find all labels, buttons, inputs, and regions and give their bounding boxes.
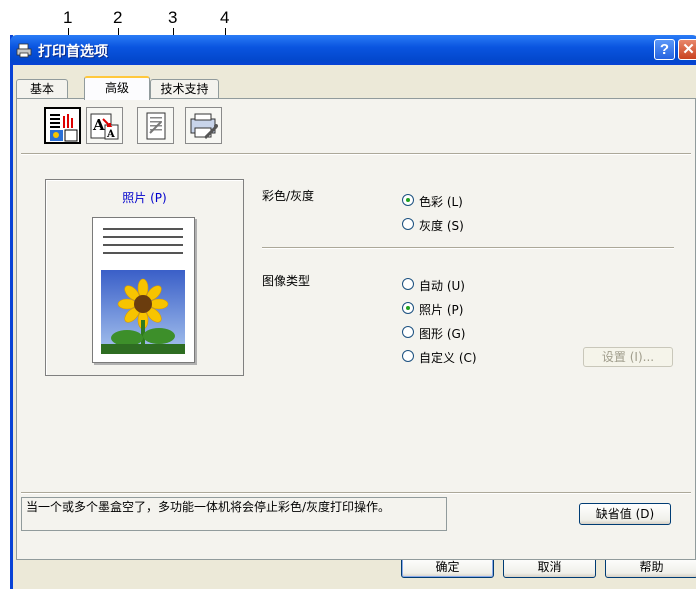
radio-grayscale-circle[interactable] [402, 218, 414, 230]
radio-photo-circle[interactable] [402, 302, 414, 314]
settings-button[interactable]: 设置 (I)... [583, 347, 673, 367]
radio-auto-circle[interactable] [402, 278, 414, 290]
color-quality-icon [50, 114, 78, 142]
watermark-tool-button[interactable] [137, 107, 174, 144]
tab-support[interactable]: 技术支持 [150, 79, 219, 98]
radio-custom-label: 自定义 (C) [419, 351, 477, 365]
radio-graphics-label: 图形 (G) [419, 327, 466, 341]
window-title: 打印首选项 [38, 44, 108, 60]
device-options-tool-button[interactable] [185, 107, 222, 144]
color-quality-tool-button[interactable] [44, 107, 81, 144]
help-title-button[interactable]: ? [654, 39, 675, 60]
callout-1: 1 [63, 8, 73, 27]
section-separator [262, 247, 674, 249]
callout-2: 2 [113, 8, 123, 27]
print-preferences-window: 打印首选项 ? ✕ 基本 高级 技术支持 A A 照片 (P) 彩色/灰度 色彩… [10, 35, 696, 589]
callout-4: 4 [220, 8, 230, 27]
print-preview-box: 照片 (P) [45, 179, 244, 376]
paper-text-line [103, 228, 183, 230]
defaults-button[interactable]: 缺省值 (D) [579, 503, 671, 525]
paper-text-line [103, 236, 183, 238]
paper-text-line [103, 252, 183, 254]
printer-icon [16, 43, 32, 58]
toolbar-separator [21, 153, 691, 155]
callout-3: 3 [168, 8, 178, 27]
svg-text:A: A [106, 129, 115, 140]
radio-grayscale-label: 灰度 (S) [419, 219, 464, 233]
radio-color-label: 色彩 (L) [419, 195, 463, 209]
radio-color-circle[interactable] [402, 194, 414, 206]
color-mode-label: 彩色/灰度 [262, 189, 315, 203]
device-options-icon [190, 113, 218, 140]
sunflower-photo [101, 270, 185, 354]
watermark-icon [146, 112, 166, 140]
tab-basic[interactable]: 基本 [16, 79, 68, 98]
scaling-tool-button[interactable]: A A [86, 107, 123, 144]
image-type-label: 图像类型 [262, 274, 311, 288]
radio-graphics-circle[interactable] [402, 326, 414, 338]
radio-photo-label: 照片 (P) [419, 303, 464, 317]
svg-text:A: A [92, 116, 105, 134]
preview-label: 照片 (P) [122, 191, 167, 205]
preview-paper [92, 217, 195, 363]
scaling-icon: A A [90, 113, 119, 140]
status-separator [21, 492, 691, 494]
title-bar[interactable]: 打印首选项 ? ✕ [10, 35, 696, 65]
radio-custom-circle[interactable] [402, 350, 414, 362]
radio-auto-label: 自动 (U) [419, 279, 465, 293]
close-button[interactable]: ✕ [678, 39, 696, 60]
advanced-panel: A A 照片 (P) 彩色/灰度 色彩 (L) 灰度 (S) 图像类型 自动 (… [16, 98, 696, 560]
status-message: 当一个或多个墨盒空了，多功能一体机将会停止彩色/灰度打印操作。 [21, 497, 447, 531]
paper-text-line [103, 244, 183, 246]
tab-advanced[interactable]: 高级 [84, 76, 150, 100]
